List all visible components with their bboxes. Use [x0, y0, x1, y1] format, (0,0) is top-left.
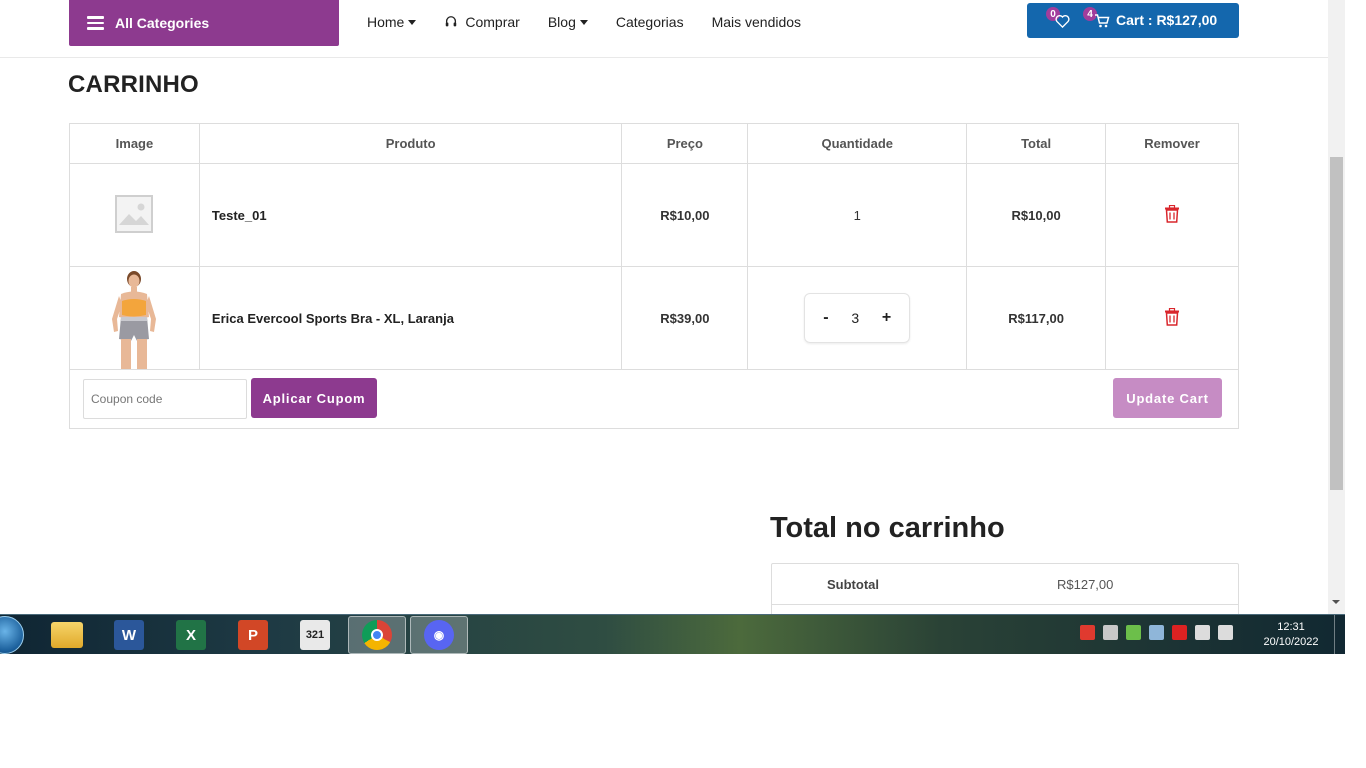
tray-discord-icon[interactable]	[1103, 625, 1118, 640]
discord-icon: ◉	[424, 620, 454, 650]
word-icon: W	[114, 620, 144, 650]
product-total: R$117,00	[966, 266, 1107, 370]
remove-cell	[1105, 266, 1239, 370]
start-button[interactable]	[0, 616, 24, 654]
tray-antivirus-icon[interactable]	[1172, 625, 1187, 640]
product-image-cell	[69, 163, 200, 267]
trash-icon[interactable]	[1164, 307, 1180, 326]
caret-down-icon	[408, 19, 417, 25]
all-categories-label: All Categories	[115, 15, 210, 31]
nav-label-categorias: Categorias	[615, 14, 684, 30]
cart-button[interactable]: 0 4 Cart : R$127,00	[1027, 3, 1239, 38]
main-nav: Home Comprar Blog Categorias Mais vendid…	[367, 0, 829, 44]
coupon-code-input[interactable]	[83, 379, 247, 419]
product-price: R$39,00	[621, 266, 749, 370]
quantity-value[interactable]: 3	[851, 310, 859, 326]
show-desktop-button[interactable]	[1334, 615, 1345, 655]
taskbar-app-discord[interactable]: ◉	[410, 616, 468, 654]
column-header-quantidade: Quantidade	[747, 123, 968, 164]
headset-icon	[446, 16, 457, 27]
increment-button[interactable]: +	[882, 309, 891, 327]
heart-icon	[1055, 14, 1070, 28]
column-header-total: Total	[966, 123, 1107, 164]
column-header-preco: Preço	[621, 123, 749, 164]
product-price: R$10,00	[621, 163, 749, 267]
nav-label-home: Home	[367, 14, 405, 30]
vertical-scrollbar[interactable]	[1328, 0, 1345, 614]
taskbar-app-word[interactable]: W	[100, 616, 158, 654]
cart-totals-title: Total no carrinho	[770, 512, 1005, 544]
nav-label-blog: Blog	[547, 14, 576, 30]
windows-taskbar: W X P 321 ◉ 12:31 20/10/2022	[0, 614, 1345, 655]
nav-label-mais-vendidos: Mais vendidos	[711, 14, 802, 30]
quantity-stepper: - 3 +	[804, 293, 911, 343]
cart-totals-table: Subtotal R$127,00	[771, 563, 1239, 614]
wifi-signal-icon[interactable]	[1195, 625, 1210, 640]
column-header-remover: Remover	[1105, 123, 1239, 164]
system-clock[interactable]: 12:31 20/10/2022	[1256, 620, 1326, 650]
column-header-produto: Produto	[198, 123, 623, 164]
scroll-down-arrow-icon[interactable]	[1332, 600, 1340, 604]
nav-item-blog[interactable]: Blog	[548, 14, 588, 30]
clock-time: 12:31	[1277, 621, 1305, 633]
caret-down-icon	[579, 19, 588, 25]
cart-table: Image Produto Preço Quantidade Total Rem…	[69, 123, 1239, 370]
table-header-row: Image Produto Preço Quantidade Total Rem…	[69, 123, 1239, 164]
product-image-cell	[69, 266, 200, 370]
media-player-classic-icon: 321	[300, 620, 330, 650]
apply-coupon-button[interactable]: Aplicar Cupom	[251, 378, 377, 418]
subtotal-value: R$127,00	[1057, 577, 1114, 592]
quantity-cell: - 3 +	[747, 266, 968, 370]
taskbar-app-file-explorer[interactable]	[38, 616, 96, 654]
excel-icon: X	[176, 620, 206, 650]
table-row: Teste_01 R$10,00 1 R$10,00	[69, 163, 1239, 267]
tray-security-icon[interactable]	[1126, 625, 1141, 640]
tray-app-icon[interactable]	[1080, 625, 1095, 640]
taskbar-app-media-player[interactable]: 321	[286, 616, 344, 654]
all-categories-button[interactable]: All Categories	[69, 0, 339, 46]
taskbar-app-excel[interactable]: X	[162, 616, 220, 654]
product-name[interactable]: Teste_01	[198, 163, 623, 267]
volume-icon[interactable]	[1218, 625, 1233, 640]
trash-icon[interactable]	[1164, 204, 1180, 223]
nav-label-comprar: Comprar	[465, 14, 520, 30]
chrome-icon	[362, 620, 392, 650]
scrollbar-thumb[interactable]	[1330, 157, 1343, 490]
product-name[interactable]: Erica Evercool Sports Bra - XL, Laranja	[198, 266, 623, 370]
update-cart-button[interactable]: Update Cart	[1113, 378, 1222, 418]
subtotal-label: Subtotal	[827, 577, 879, 592]
cart-icon	[1095, 14, 1110, 28]
coupon-row: Aplicar Cupom Update Cart	[69, 369, 1239, 429]
remove-cell	[1105, 163, 1239, 267]
decrement-button[interactable]: -	[823, 309, 828, 327]
nav-item-mais-vendidos[interactable]: Mais vendidos	[712, 14, 802, 30]
site-header: All Categories Home Comprar Blog Categor…	[0, 0, 1328, 58]
taskbar-app-chrome[interactable]	[348, 616, 406, 654]
nav-item-home[interactable]: Home	[367, 14, 417, 30]
nav-item-categorias[interactable]: Categorias	[616, 14, 684, 30]
column-header-image: Image	[69, 123, 200, 164]
nav-item-comprar[interactable]: Comprar	[444, 14, 520, 30]
sports-bra-product-photo[interactable]	[104, 269, 164, 369]
powerpoint-icon: P	[238, 620, 268, 650]
system-tray	[1080, 625, 1241, 640]
table-row: Erica Evercool Sports Bra - XL, Laranja …	[69, 266, 1239, 370]
placeholder-image-icon[interactable]	[115, 194, 154, 233]
menu-icon	[87, 16, 104, 30]
subtotal-row: Subtotal R$127,00	[772, 564, 1238, 605]
taskbar-app-powerpoint[interactable]: P	[224, 616, 282, 654]
file-explorer-icon	[51, 622, 83, 648]
page-title: CARRINHO	[68, 71, 199, 98]
cart-total-label: Cart : R$127,00	[1116, 12, 1218, 28]
product-total: R$10,00	[966, 163, 1107, 267]
clock-date: 20/10/2022	[1263, 636, 1319, 648]
browser-viewport: All Categories Home Comprar Blog Categor…	[0, 0, 1366, 614]
tray-network-adapter-icon[interactable]	[1149, 625, 1164, 640]
product-quantity: 1	[747, 163, 968, 267]
